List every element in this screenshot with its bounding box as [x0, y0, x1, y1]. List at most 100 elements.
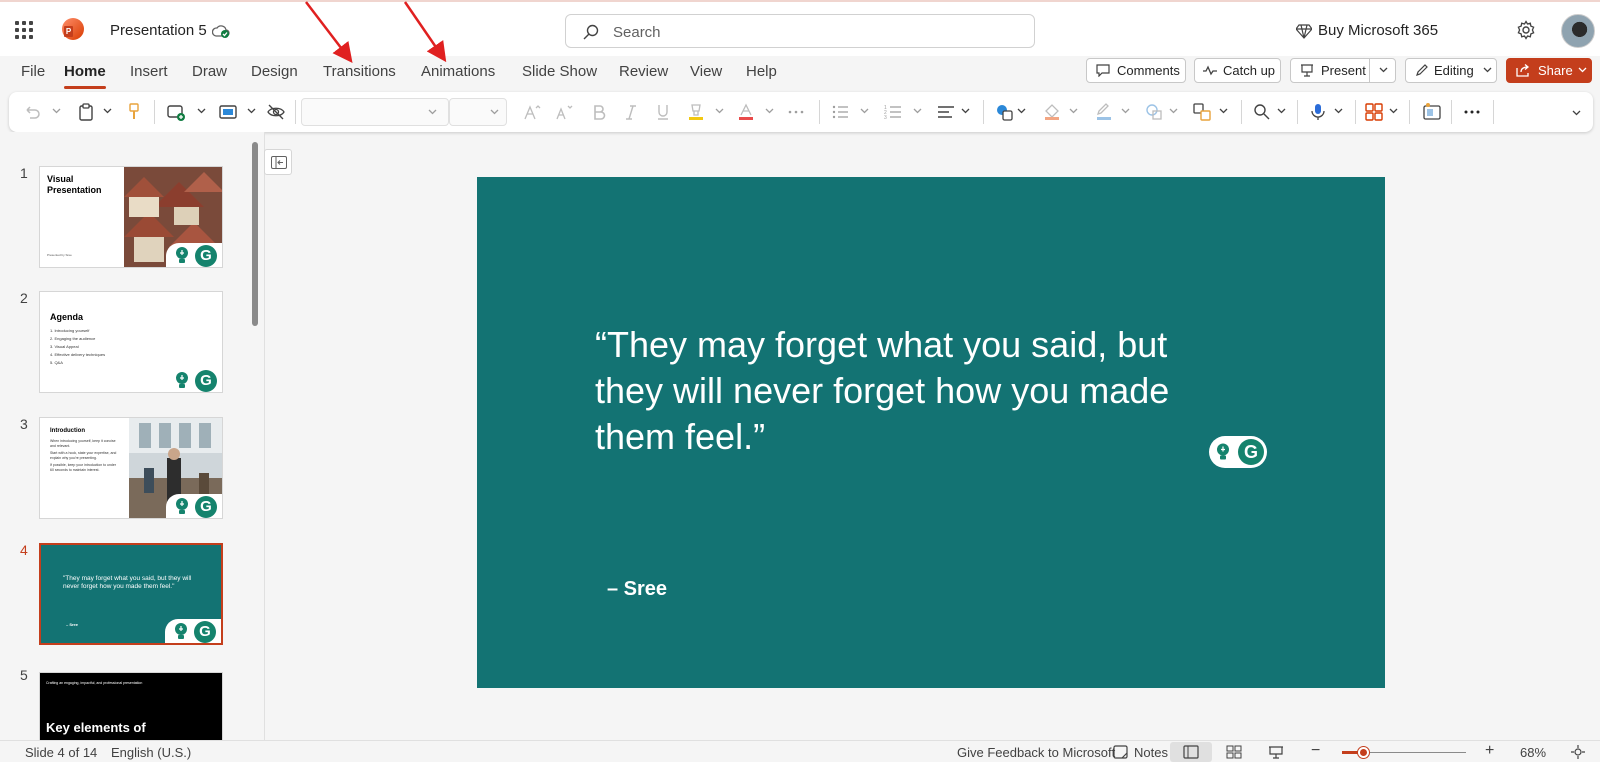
- chevron-down-icon[interactable]: [715, 108, 724, 114]
- more-font-options-icon[interactable]: [787, 103, 805, 121]
- slide-sorter-icon[interactable]: [1226, 745, 1242, 759]
- decrease-font-icon[interactable]: [555, 103, 573, 121]
- chevron-down-icon[interactable]: [765, 108, 774, 114]
- document-title[interactable]: Presentation 5: [110, 22, 207, 39]
- font-family-select[interactable]: [301, 98, 449, 126]
- collapse-panel-button[interactable]: [264, 149, 292, 175]
- arrange-icon[interactable]: [1193, 103, 1211, 121]
- tab-review[interactable]: Review: [619, 63, 668, 80]
- tab-home[interactable]: Home: [64, 63, 106, 89]
- shape-effects-icon[interactable]: [1145, 103, 1163, 121]
- chevron-down-icon[interactable]: [1389, 108, 1398, 114]
- chevron-down-icon[interactable]: [247, 108, 256, 114]
- format-painter-icon[interactable]: [125, 103, 143, 121]
- find-icon[interactable]: [1253, 103, 1271, 121]
- more-options-icon[interactable]: [1463, 103, 1481, 121]
- chevron-down-icon[interactable]: [1219, 108, 1228, 114]
- chevron-down-icon[interactable]: [860, 108, 869, 114]
- underline-icon[interactable]: [654, 103, 672, 121]
- search-box[interactable]: Search: [565, 14, 1035, 48]
- shapes-icon[interactable]: [995, 103, 1013, 121]
- chevron-down-icon[interactable]: [1017, 108, 1026, 114]
- font-size-select[interactable]: [449, 98, 507, 126]
- shape-outline-icon[interactable]: [1095, 103, 1113, 121]
- expand-ribbon-chevron-icon[interactable]: [1572, 110, 1581, 116]
- clipboard-icon[interactable]: [77, 103, 95, 121]
- grammarly-badge[interactable]: G: [1209, 436, 1267, 468]
- slide-thumbnail-4[interactable]: "They may forget what you said, but they…: [39, 543, 223, 645]
- reading-view-icon[interactable]: [1268, 745, 1284, 759]
- thumbnail-scrollbar[interactable]: [252, 142, 258, 326]
- tab-view[interactable]: View: [690, 63, 722, 80]
- grammarly-badge[interactable]: G: [166, 368, 222, 392]
- numbering-icon[interactable]: 123: [884, 103, 902, 121]
- new-slide-icon[interactable]: [167, 103, 185, 121]
- tab-design[interactable]: Design: [251, 63, 298, 80]
- tab-file[interactable]: File: [21, 63, 45, 80]
- tab-transitions[interactable]: Transitions: [323, 63, 396, 80]
- slide-thumbnail-2[interactable]: Agenda 1. Introducing yourself 2. Engagi…: [39, 291, 223, 393]
- undo-icon[interactable]: [23, 103, 41, 121]
- tab-insert[interactable]: Insert: [130, 63, 168, 80]
- chevron-down-icon[interactable]: [103, 108, 112, 114]
- grammarly-badge[interactable]: G: [166, 494, 222, 518]
- highlight-icon[interactable]: [687, 103, 705, 121]
- editing-mode-button[interactable]: Editing: [1405, 58, 1497, 83]
- fit-to-window-icon[interactable]: [1570, 745, 1586, 759]
- add-ins-icon[interactable]: [1365, 103, 1383, 121]
- chevron-down-icon[interactable]: [1277, 108, 1286, 114]
- comments-button[interactable]: Comments: [1086, 58, 1186, 83]
- normal-view-button[interactable]: [1170, 742, 1212, 762]
- tab-help[interactable]: Help: [746, 63, 777, 80]
- hide-slide-icon[interactable]: [267, 103, 285, 121]
- grammarly-badge[interactable]: G: [166, 243, 222, 267]
- app-launcher-icon[interactable]: [15, 21, 33, 39]
- powerpoint-logo-icon[interactable]: P: [62, 18, 84, 40]
- chevron-down-icon[interactable]: [197, 108, 206, 114]
- layout-icon[interactable]: [219, 103, 237, 121]
- italic-icon[interactable]: [622, 103, 640, 121]
- designer-icon[interactable]: [1423, 103, 1441, 121]
- zoom-out-button[interactable]: −: [1311, 742, 1320, 760]
- chevron-down-icon[interactable]: [913, 108, 922, 114]
- slide-thumbnail-3[interactable]: Introduction When introducing yourself, …: [39, 417, 223, 519]
- settings-gear-icon[interactable]: [1516, 20, 1536, 40]
- shape-fill-icon[interactable]: [1043, 103, 1061, 121]
- slide-thumbnail-panel[interactable]: 1 Visual Presentation Presented by Sree …: [0, 132, 265, 740]
- slide-author-textbox[interactable]: – Sree: [607, 578, 667, 601]
- chevron-down-icon[interactable]: [1069, 108, 1078, 114]
- chevron-down-icon[interactable]: [1334, 108, 1343, 114]
- slide-quote-textbox[interactable]: “They may forget what you said, but they…: [595, 322, 1255, 460]
- share-button[interactable]: Share: [1506, 58, 1592, 83]
- chevron-down-icon[interactable]: [1379, 67, 1388, 73]
- bold-icon[interactable]: [590, 103, 608, 121]
- language-indicator[interactable]: English (U.S.): [111, 745, 191, 760]
- bullets-icon[interactable]: [831, 103, 849, 121]
- zoom-slider-knob[interactable]: [1358, 747, 1369, 758]
- feedback-link[interactable]: Give Feedback to Microsoft: [957, 745, 1115, 760]
- increase-font-icon[interactable]: [523, 103, 541, 121]
- grammarly-badge[interactable]: G: [165, 619, 221, 643]
- buy-microsoft-365-link[interactable]: Buy Microsoft 365: [1318, 22, 1438, 39]
- dictate-microphone-icon[interactable]: [1309, 103, 1327, 121]
- tab-animations[interactable]: Animations: [421, 63, 495, 80]
- notes-button[interactable]: Notes: [1134, 745, 1168, 760]
- catch-up-button[interactable]: Catch up: [1194, 58, 1281, 83]
- present-button[interactable]: Present: [1290, 58, 1396, 83]
- align-icon[interactable]: [937, 103, 955, 121]
- chevron-down-icon[interactable]: [1169, 108, 1178, 114]
- chevron-down-icon[interactable]: [961, 108, 970, 114]
- user-avatar[interactable]: [1561, 14, 1595, 48]
- chevron-down-icon[interactable]: [1121, 108, 1130, 114]
- cloud-saved-icon[interactable]: [212, 23, 230, 39]
- slide-canvas[interactable]: “They may forget what you said, but they…: [477, 177, 1385, 688]
- chevron-down-icon[interactable]: [52, 108, 61, 114]
- zoom-in-button[interactable]: +: [1485, 742, 1494, 760]
- tab-draw[interactable]: Draw: [192, 63, 227, 80]
- slide-thumbnail-1[interactable]: Visual Presentation Presented by Sree G: [39, 166, 223, 268]
- font-color-icon[interactable]: [737, 103, 755, 121]
- tab-slide-show[interactable]: Slide Show: [522, 63, 597, 80]
- slide-thumbnail-5[interactable]: Crafting an engaging, impactful, and pro…: [39, 672, 223, 740]
- notes-icon[interactable]: [1113, 745, 1129, 759]
- zoom-level[interactable]: 68%: [1520, 745, 1546, 760]
